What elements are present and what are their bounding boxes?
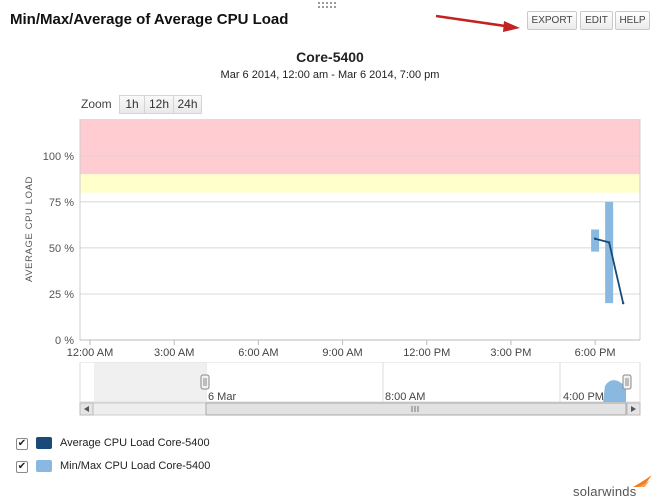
solarwinds-bird-icon (633, 475, 652, 487)
y-tick-label: 0 % (55, 335, 74, 347)
minmax-range-bar[interactable] (591, 229, 600, 252)
navigator-handle-left[interactable] (200, 374, 210, 390)
average-cpu-point[interactable] (593, 237, 597, 240)
critical-threshold-band (80, 119, 640, 175)
y-tick-label: 50 % (49, 243, 74, 255)
legend-checkbox-minmax[interactable]: ✔ (16, 461, 28, 473)
y-axis-label: AVERAGE CPU LOAD (24, 176, 35, 282)
navigator-mask-left (94, 362, 205, 402)
legend-label-minmax: Min/Max CPU Load Core-5400 (60, 460, 211, 472)
x-tick-label: 6:00 PM (575, 347, 616, 359)
zoom-label: Zoom (81, 97, 112, 111)
average-cpu-point[interactable] (607, 241, 611, 244)
navigator-label-6-mar: 6 Mar (208, 391, 236, 403)
help-button[interactable]: HELP (615, 11, 650, 30)
x-tick-label: 12:00 PM (403, 347, 450, 359)
navigator-handle-right[interactable] (622, 374, 632, 390)
legend-label-average: Average CPU Load Core-5400 (60, 437, 210, 449)
average-cpu-point[interactable] (621, 301, 625, 305)
x-tick-label: 6:00 AM (238, 347, 278, 359)
navigator-scrollbar-thumb[interactable] (205, 402, 627, 416)
chart-title: Core-5400 (296, 49, 364, 65)
legend-checkbox-average[interactable]: ✔ (16, 438, 28, 450)
x-tick-label: 3:00 AM (154, 347, 194, 359)
red-arrow-annotation (435, 14, 520, 32)
x-tick-label: 3:00 PM (490, 347, 531, 359)
y-tick-label: 25 % (49, 289, 74, 301)
warning-threshold-band (80, 174, 640, 193)
edit-button[interactable]: EDIT (580, 11, 613, 30)
x-tick-label: 12:00 AM (67, 347, 113, 359)
export-button[interactable]: EXPORT (527, 11, 577, 30)
chart-subtitle: Mar 6 2014, 12:00 am - Mar 6 2014, 7:00 … (220, 69, 440, 81)
time-navigator[interactable]: 6 Mar 8:00 AM 4:00 PM (0, 362, 660, 422)
drag-handle[interactable] (318, 2, 340, 10)
legend-swatch-minmax (36, 460, 52, 472)
x-tick-label: 9:00 AM (322, 347, 362, 359)
y-tick-label: 75 % (49, 197, 74, 209)
solarwinds-logo: solarwinds (573, 484, 637, 499)
resource-title: Min/Max/Average of Average CPU Load (10, 11, 289, 28)
navigator-label-8am: 8:00 AM (385, 391, 425, 403)
navigator-label-4pm: 4:00 PM (563, 391, 604, 403)
y-tick-label: 100 % (43, 151, 74, 163)
cpu-load-chart[interactable]: 0 % 25 % 50 % 75 % 100 % 12:00 AM 3:00 AM 6:00… (0, 110, 660, 360)
legend-swatch-average (36, 437, 52, 449)
